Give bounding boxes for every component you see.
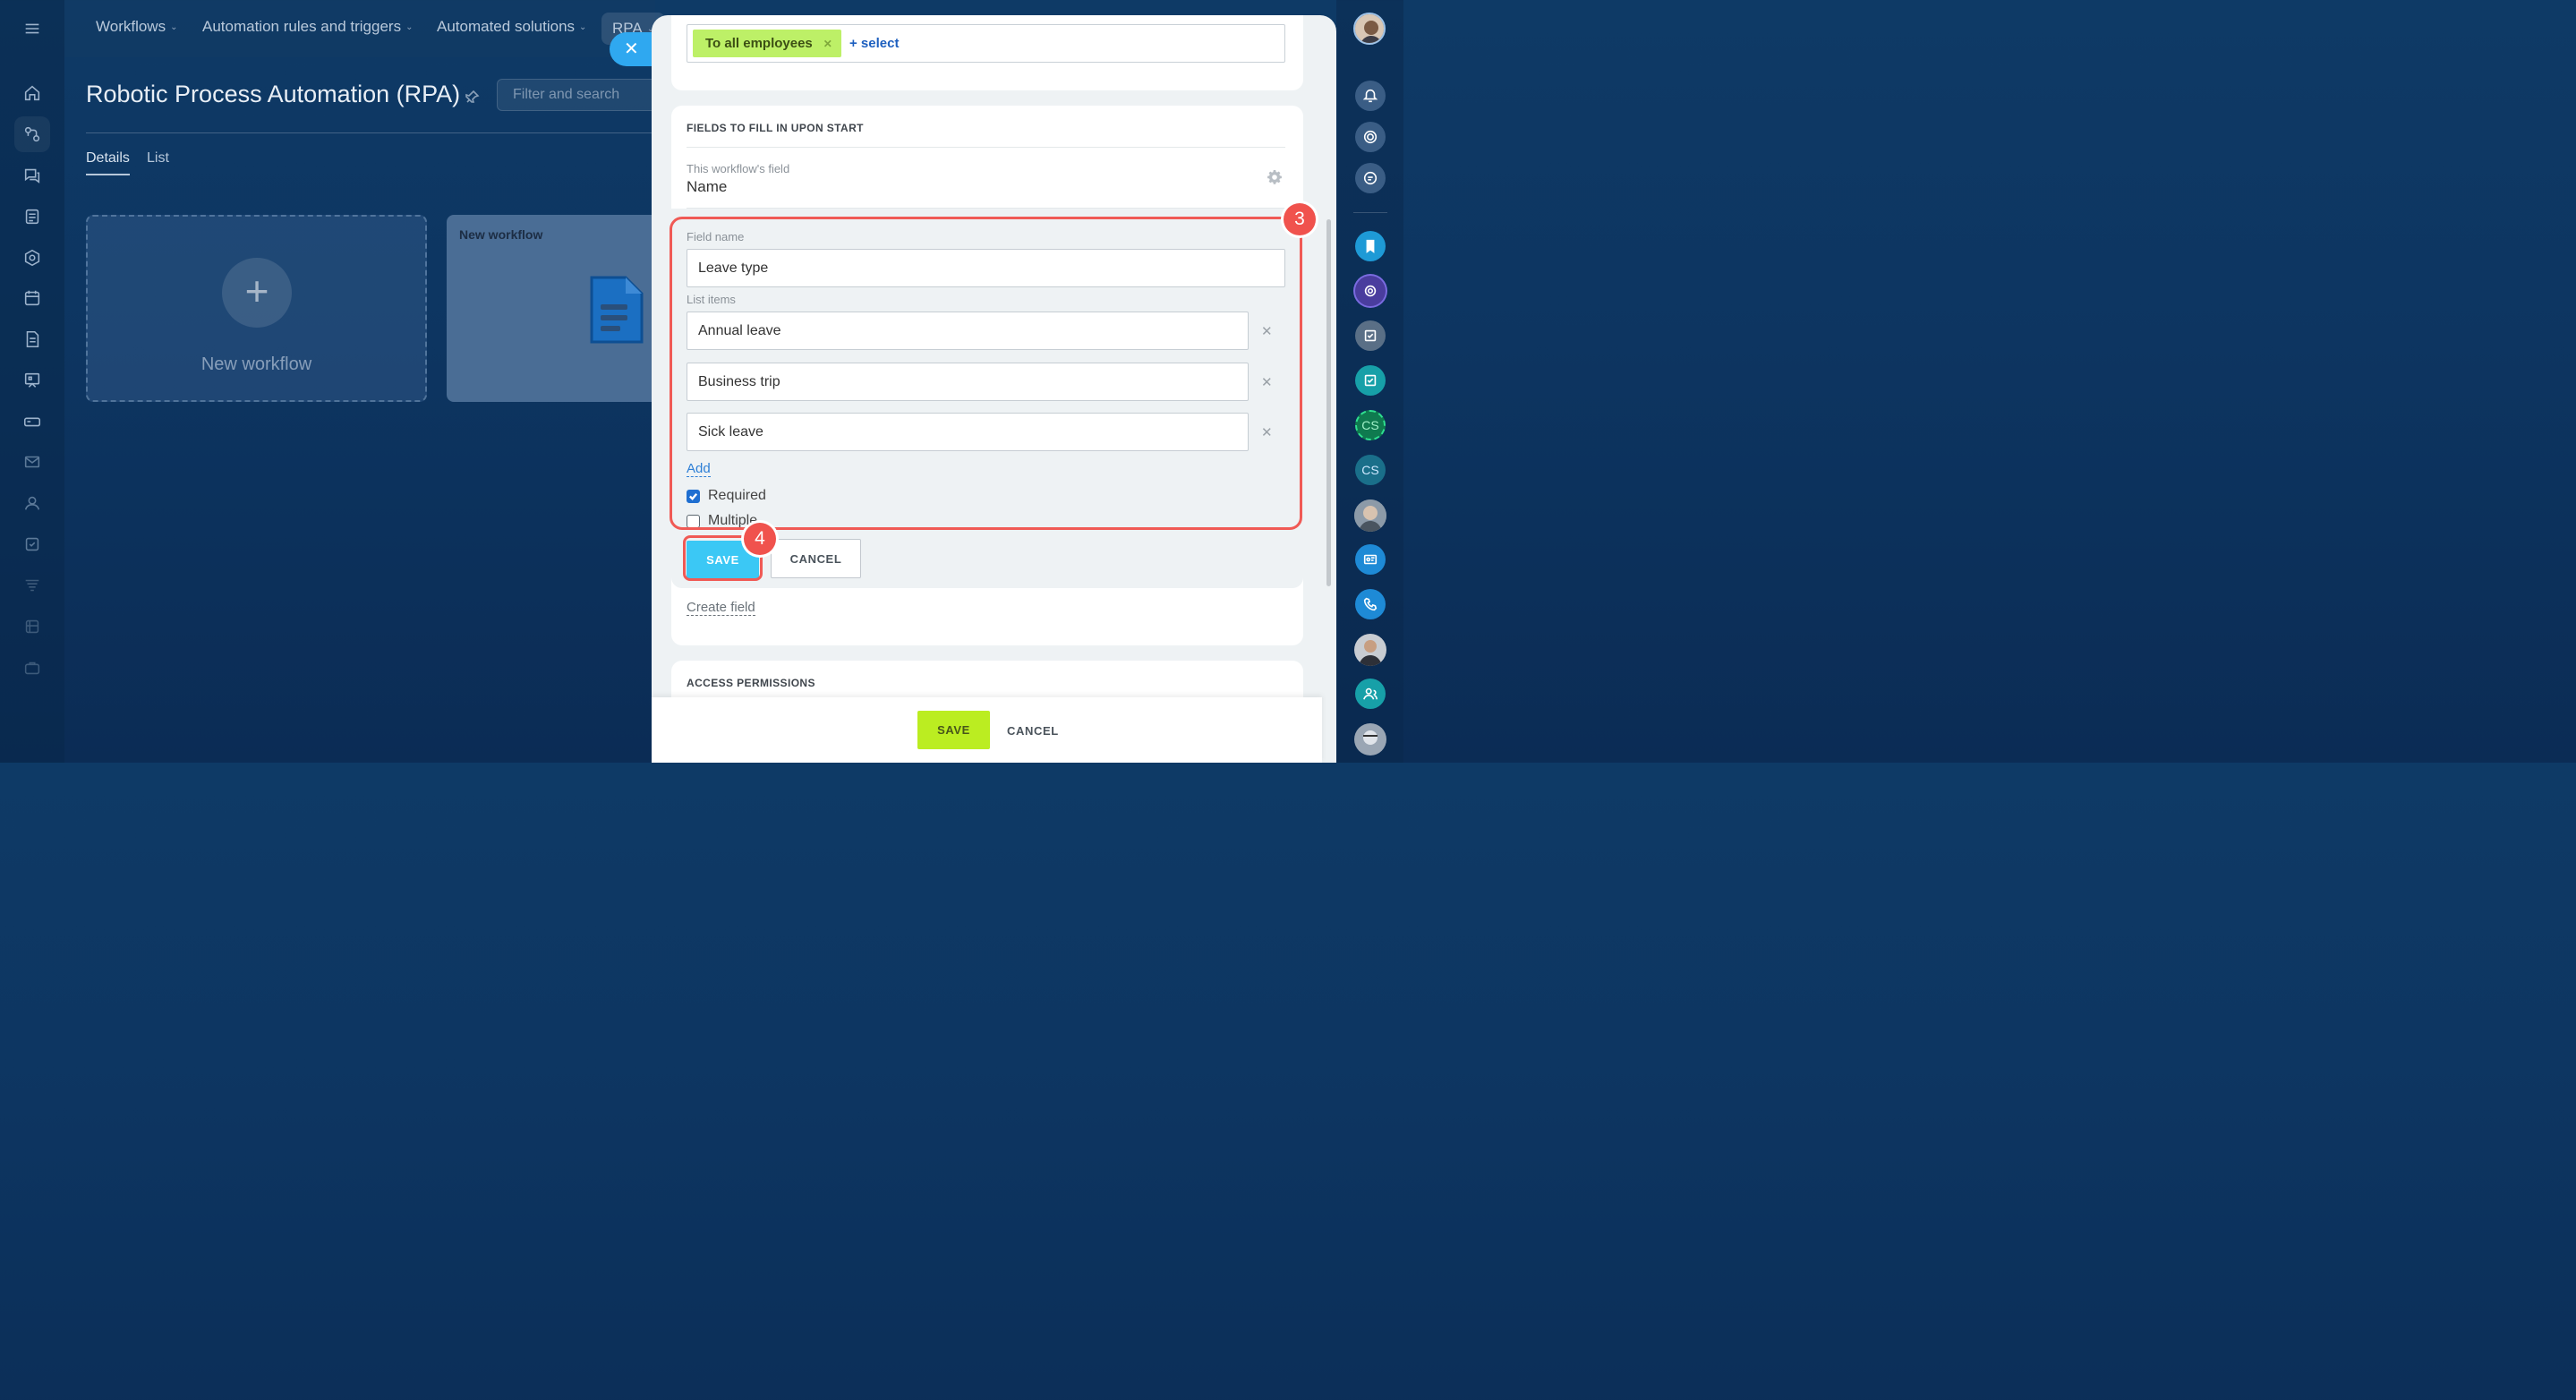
channel-cs-label: CS	[1361, 463, 1379, 477]
workflow-card[interactable]: New workflow	[447, 215, 661, 402]
home-icon[interactable]	[14, 75, 50, 111]
step-badge-4: 4	[744, 523, 776, 555]
access-heading: ACCESS PERMISSIONS	[687, 677, 815, 689]
step-badge-3: 3	[1284, 203, 1316, 235]
phone-icon[interactable]	[1355, 589, 1386, 619]
close-panel-button[interactable]: ✕	[610, 32, 654, 66]
copilot-icon[interactable]	[1355, 276, 1386, 306]
page-title: Robotic Process Automation (RPA)	[86, 81, 461, 107]
drive-icon[interactable]	[14, 404, 50, 440]
tab-details[interactable]: Details	[86, 150, 130, 175]
nav-workflows[interactable]: Workflows ⌄	[96, 18, 177, 36]
employee-tag-label: To all employees	[705, 36, 813, 51]
search-chat-icon[interactable]	[1355, 163, 1386, 193]
nav-automated-solutions[interactable]: Automated solutions ⌄	[437, 18, 586, 36]
contact-avatar[interactable]	[1354, 723, 1386, 755]
calendar-icon[interactable]	[14, 280, 50, 316]
remove-tag-icon[interactable]: ✕	[823, 38, 832, 50]
section-divider	[687, 147, 1285, 148]
close-icon: ✕	[624, 39, 639, 59]
board-icon[interactable]	[14, 363, 50, 398]
save-button[interactable]: SAVE	[917, 711, 990, 749]
hexagon-icon[interactable]	[14, 240, 50, 276]
channel-cs-1[interactable]: CS	[1355, 410, 1386, 440]
chevron-down-icon: ⌄	[405, 21, 414, 32]
automation-icon[interactable]	[14, 116, 50, 152]
employees-selector[interactable]: To all employees ✕ + select	[687, 24, 1285, 63]
panel-footer: SAVE CANCEL	[652, 697, 1322, 763]
plus-icon: +	[222, 258, 292, 328]
nav-workflows-label: Workflows	[96, 18, 166, 35]
cancel-field-button[interactable]: CANCEL	[771, 539, 861, 578]
filter-placeholder: Filter and search	[513, 87, 620, 102]
highlight-field-editor	[670, 217, 1302, 530]
filter-search-input[interactable]: Filter and search	[497, 79, 662, 111]
gear-icon[interactable]	[1267, 170, 1282, 184]
chat-icon[interactable]	[14, 158, 50, 193]
mail-icon[interactable]	[14, 444, 50, 480]
bell-icon[interactable]	[1355, 81, 1386, 111]
target-icon[interactable]	[1355, 122, 1386, 152]
new-workflow-label: New workflow	[200, 354, 312, 374]
task-check-icon[interactable]	[1355, 365, 1386, 396]
channel-cs-2[interactable]: CS	[1355, 455, 1386, 485]
chevron-down-icon: ⌄	[170, 21, 178, 32]
task-check-icon[interactable]	[1355, 320, 1386, 351]
nav-automation-rules[interactable]: Automation rules and triggers ⌄	[202, 18, 413, 36]
right-rail-divider	[1353, 212, 1387, 213]
contacts-icon[interactable]	[14, 485, 50, 521]
grid-icon[interactable]	[14, 609, 50, 645]
contact-avatar[interactable]	[1354, 634, 1386, 666]
channel-cs-label: CS	[1361, 418, 1379, 432]
tasks-icon[interactable]	[14, 526, 50, 562]
fields-heading: FIELDS TO FILL IN UPON START	[687, 122, 864, 134]
group-icon[interactable]	[1355, 679, 1386, 709]
menu-icon[interactable]	[14, 11, 50, 47]
cancel-button[interactable]: CANCEL	[1007, 724, 1059, 738]
header-divider	[86, 132, 659, 133]
workflow-field-value: Name	[687, 178, 728, 195]
create-field-link[interactable]: Create field	[687, 601, 755, 616]
new-workflow-card[interactable]: + New workflow	[86, 215, 427, 402]
tab-list[interactable]: List	[147, 150, 169, 174]
workflow-card-title: New workflow	[459, 227, 543, 242]
workflow-field-label: This workflow's field	[687, 162, 790, 175]
feed-icon[interactable]	[14, 199, 50, 235]
employee-tag: To all employees ✕	[693, 30, 841, 57]
chevron-down-icon: ⌄	[579, 21, 587, 32]
user-avatar[interactable]	[1353, 13, 1386, 45]
contact-card-icon[interactable]	[1355, 544, 1386, 575]
employees-section: To all employees ✕ + select	[671, 15, 1303, 90]
document-icon[interactable]	[14, 321, 50, 357]
briefcase-icon[interactable]	[14, 650, 50, 686]
funnel-icon[interactable]	[14, 568, 50, 603]
panel-scrollbar[interactable]	[1326, 219, 1331, 586]
pin-icon[interactable]	[465, 90, 480, 104]
nav-automation-rules-label: Automation rules and triggers	[202, 18, 402, 35]
select-link[interactable]: + select	[849, 36, 899, 51]
document-icon	[588, 274, 645, 346]
bookmark-icon[interactable]	[1355, 231, 1386, 261]
contact-avatar[interactable]	[1354, 499, 1386, 532]
nav-automated-solutions-label: Automated solutions	[437, 18, 576, 35]
